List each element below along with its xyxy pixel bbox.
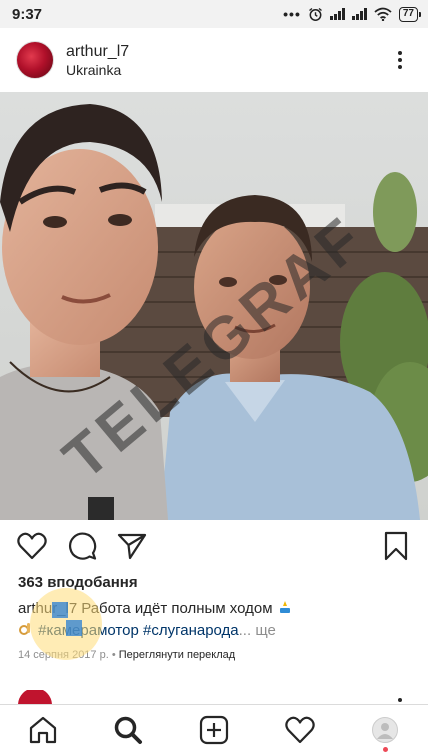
- nav-home[interactable]: [19, 706, 67, 754]
- alarm-icon: [308, 7, 322, 21]
- nav-search[interactable]: [104, 706, 152, 754]
- post-actions: [0, 520, 428, 572]
- post-actions-left: [16, 530, 380, 562]
- signal-icon: [329, 8, 345, 20]
- ok-hand-emoji-icon: [19, 623, 30, 635]
- hashtag-link[interactable]: #камерамотор: [38, 622, 139, 639]
- comment-button[interactable]: [66, 530, 98, 562]
- save-button[interactable]: [380, 530, 412, 562]
- avatar[interactable]: [16, 41, 54, 79]
- send-icon: [117, 533, 147, 560]
- status-time: 9:37: [12, 5, 43, 23]
- meta-separator: •: [111, 649, 116, 661]
- profile-avatar: [372, 717, 399, 743]
- post-photo[interactable]: [0, 92, 428, 520]
- search-icon: [115, 716, 143, 744]
- caption-username[interactable]: arthur_l7: [18, 600, 77, 617]
- caption-text: Работа идёт полным ходом: [81, 600, 273, 617]
- comment-icon: [68, 532, 97, 560]
- next-post-avatar[interactable]: [18, 690, 52, 704]
- wifi-icon: [374, 7, 392, 21]
- translate-link[interactable]: Переглянути переклад: [119, 649, 235, 661]
- post-header: arthur_l7 Ukrainka: [0, 28, 428, 92]
- post-date: 14 серпня 2017 р.: [18, 649, 109, 661]
- profile-icon: [377, 723, 394, 739]
- likes-count[interactable]: 363 вподобання: [18, 574, 138, 591]
- caption-more-link[interactable]: ще: [255, 622, 276, 639]
- post-location[interactable]: Ukrainka: [66, 61, 388, 79]
- notification-dot: [383, 747, 389, 752]
- heart-icon: [284, 716, 315, 744]
- home-icon: [29, 716, 56, 744]
- post-username[interactable]: arthur_l7: [66, 42, 388, 61]
- nav-new-post[interactable]: [190, 706, 238, 754]
- share-button[interactable]: [116, 530, 148, 562]
- caption-ellipsis: ...: [238, 622, 252, 639]
- photo-illustration: [0, 92, 428, 520]
- next-post-preview: [0, 690, 428, 704]
- bookmark-icon: [384, 531, 408, 561]
- signal-icon-2: [351, 8, 367, 20]
- add-post-icon: [199, 715, 229, 745]
- hashtag-link-2[interactable]: #слуганарода: [143, 622, 239, 639]
- next-post-more-icon[interactable]: [398, 698, 402, 702]
- more-options-icon[interactable]: [388, 45, 412, 75]
- status-icons: ••• 77: [283, 6, 422, 22]
- post-meta: 14 серпня 2017 р. • Переглянути переклад: [18, 649, 235, 661]
- user-block: arthur_l7 Ukrainka: [66, 42, 388, 79]
- post-caption: arthur_l7 Работа идёт полным ходом #камер…: [18, 598, 418, 642]
- heart-icon: [17, 532, 47, 560]
- like-button[interactable]: [16, 530, 48, 562]
- bottom-navigation: [0, 704, 428, 755]
- battery-indicator: 77: [398, 6, 422, 22]
- top-emoji-icon: [279, 601, 290, 613]
- status-bar: 9:37 ••• 77: [0, 0, 428, 28]
- more-notifications-icon: •••: [283, 6, 301, 22]
- nav-activity[interactable]: [276, 706, 324, 754]
- nav-profile[interactable]: [361, 706, 409, 754]
